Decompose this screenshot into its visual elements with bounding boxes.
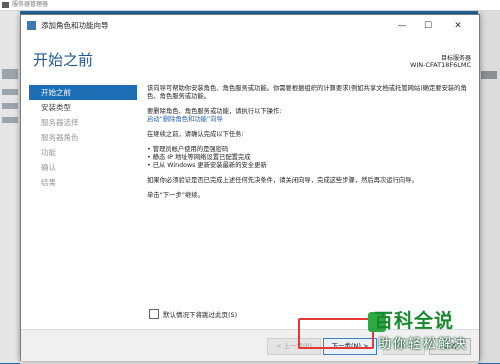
page-title: 开始之前 xyxy=(33,51,94,69)
next-button-highlight xyxy=(298,318,374,349)
step-server-selection: 服务器选择 xyxy=(41,118,79,127)
watermark-subtitle: 助你轻松解决 xyxy=(378,337,469,352)
close-button[interactable]: ✕ xyxy=(447,15,469,37)
verify-note: 如果你必须验证是否已完成上述任何先决条件，请关闭向导，完成这些步骤，然后再次运行… xyxy=(147,177,418,184)
target-server-name: WIN-CFAT18F6LMC xyxy=(409,61,471,69)
prereq-list: • 管理员帐户使用的是强密码 • 静态 IP 地址等网络设置已配置完成 • 已从… xyxy=(147,146,469,170)
maximize-button[interactable]: ☐ xyxy=(417,15,439,37)
dialog-title: 添加角色和功能向导 xyxy=(41,21,109,30)
step-before-you-begin[interactable]: 开始之前 xyxy=(29,85,137,100)
list-item: • 管理员帐户使用的是强密码 xyxy=(147,146,229,153)
app-titlebar: 服务器管理器 xyxy=(0,0,500,11)
background-sidebar xyxy=(0,11,20,363)
skip-page-checkbox-label: 默认情况下将跳过此页(S) xyxy=(163,311,238,319)
wizard-content: 该向导可帮助你安装角色、角色服务或功能。你需要根据组织的计算要求(例如共享文档或… xyxy=(147,85,469,207)
skip-page-checkbox[interactable] xyxy=(149,309,159,319)
skip-page-checkbox-row[interactable]: 默认情况下将跳过此页(S) xyxy=(149,309,237,319)
dashboard-icon[interactable] xyxy=(2,69,18,79)
server-manager-icon xyxy=(2,2,9,8)
remove-roles-link[interactable]: 启动“删除角色和功能”向导 xyxy=(147,116,469,124)
watermark-title: 百科全说 xyxy=(374,310,455,332)
list-item: • 已从 Windows 更新安装最新的安全更新 xyxy=(147,162,267,169)
continue-note: 单击“下一步”继续。 xyxy=(147,192,204,199)
minimize-button[interactable]: — xyxy=(391,15,413,37)
wizard-icon xyxy=(27,21,36,30)
all-servers-icon[interactable] xyxy=(2,103,18,109)
step-features: 功能 xyxy=(41,148,56,157)
intro-text: 该向导可帮助你安装角色、角色服务或功能。你需要根据组织的计算要求(例如共享文档或… xyxy=(147,85,467,100)
step-installation-type[interactable]: 安装类型 xyxy=(29,100,137,115)
app-title: 服务器管理器 xyxy=(12,1,49,8)
dialog-titlebar[interactable]: 添加角色和功能向导 — ☐ ✕ xyxy=(21,15,479,37)
prereq-prompt: 在继续之前，请确认完成以下任务: xyxy=(147,131,244,138)
remove-prompt: 要删除角色、角色服务或功能，请执行以下操作: xyxy=(147,108,282,115)
notification-icon[interactable] xyxy=(481,71,497,79)
step-results: 结果 xyxy=(41,178,56,187)
local-server-icon[interactable] xyxy=(2,89,18,95)
step-server-roles: 服务器角色 xyxy=(41,133,79,142)
watermark-logo: 百科全说 助你轻松解决 xyxy=(364,306,500,363)
file-services-icon[interactable] xyxy=(2,117,18,123)
wizard-steps-nav: 开始之前 安装类型 服务器选择 服务器角色 功能 确认 结果 xyxy=(29,85,137,190)
list-item: • 静态 IP 地址等网络设置已配置完成 xyxy=(147,154,251,161)
step-confirmation: 确认 xyxy=(41,163,56,172)
